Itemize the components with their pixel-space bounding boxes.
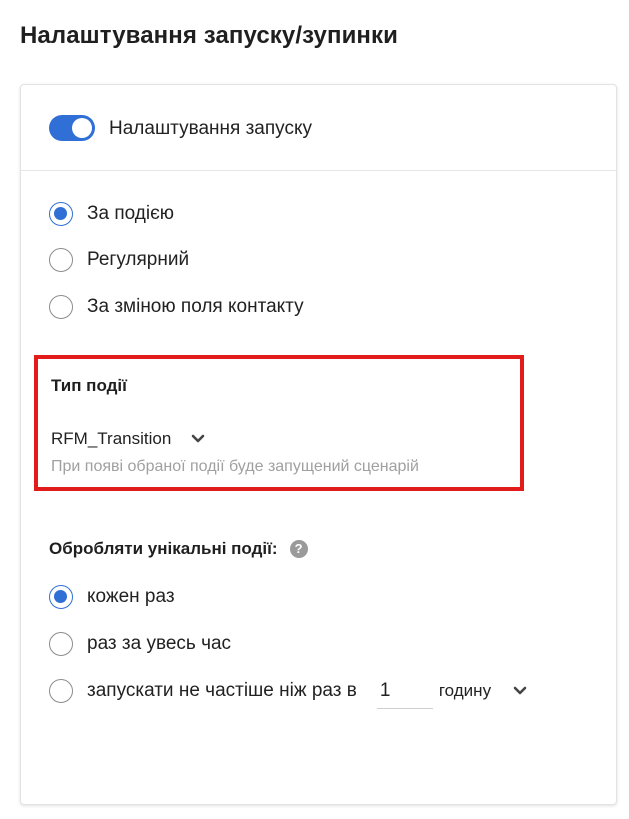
radio-label: раз за увесь час xyxy=(87,633,232,654)
radio-every-time[interactable]: кожен раз xyxy=(49,584,175,610)
event-type-select[interactable]: RFM_Transition xyxy=(51,429,205,449)
frequency-unit-value: годину xyxy=(438,681,492,700)
card-header: Налаштування запуску xyxy=(21,85,616,171)
unique-events-heading: Обробляти унікальні події: ? xyxy=(49,539,308,559)
radio-button[interactable] xyxy=(49,632,73,656)
page-title: Налаштування запуску/зупинки xyxy=(20,22,398,49)
event-type-hint: При появі обраної події буде запущений с… xyxy=(51,458,419,475)
radio-label: За зміною поля контакту xyxy=(87,296,304,317)
radio-button[interactable] xyxy=(49,295,73,319)
unique-events-title: Обробляти унікальні події: xyxy=(49,539,278,558)
launch-toggle-label: Налаштування запуску xyxy=(109,118,312,139)
radio-label: Регулярний xyxy=(87,249,190,270)
frequency-input[interactable] xyxy=(376,673,433,709)
radio-once-all-time[interactable]: раз за увесь час xyxy=(49,631,231,657)
radio-button[interactable] xyxy=(49,248,73,272)
event-type-value: RFM_Transition xyxy=(51,429,172,448)
launch-toggle[interactable] xyxy=(49,115,95,141)
chevron-down-icon xyxy=(191,434,205,443)
frequency-unit-select[interactable]: годину xyxy=(439,681,527,701)
radio-button[interactable] xyxy=(49,679,73,703)
radio-limit-frequency[interactable]: запускати не частіше ніж раз в годину xyxy=(49,673,527,709)
event-type-section: Тип події RFM_Transition При появі обран… xyxy=(34,355,524,491)
radio-button[interactable] xyxy=(49,202,73,226)
radio-label: кожен раз xyxy=(87,586,175,607)
launch-settings-card: Налаштування запуску За подією Регулярни… xyxy=(20,84,617,805)
event-type-title: Тип події xyxy=(51,376,127,395)
radio-by-contact-field[interactable]: За зміною поля контакту xyxy=(49,294,304,320)
radio-label: За подією xyxy=(87,203,175,224)
radio-regular[interactable]: Регулярний xyxy=(49,247,189,273)
question-circle-icon[interactable]: ? xyxy=(289,540,308,558)
chevron-down-icon xyxy=(513,686,527,695)
radio-label: запускати не частіше ніж раз в xyxy=(87,680,357,701)
toggle-knob xyxy=(72,118,92,138)
radio-by-event[interactable]: За подією xyxy=(49,201,174,227)
radio-button[interactable] xyxy=(49,585,73,609)
